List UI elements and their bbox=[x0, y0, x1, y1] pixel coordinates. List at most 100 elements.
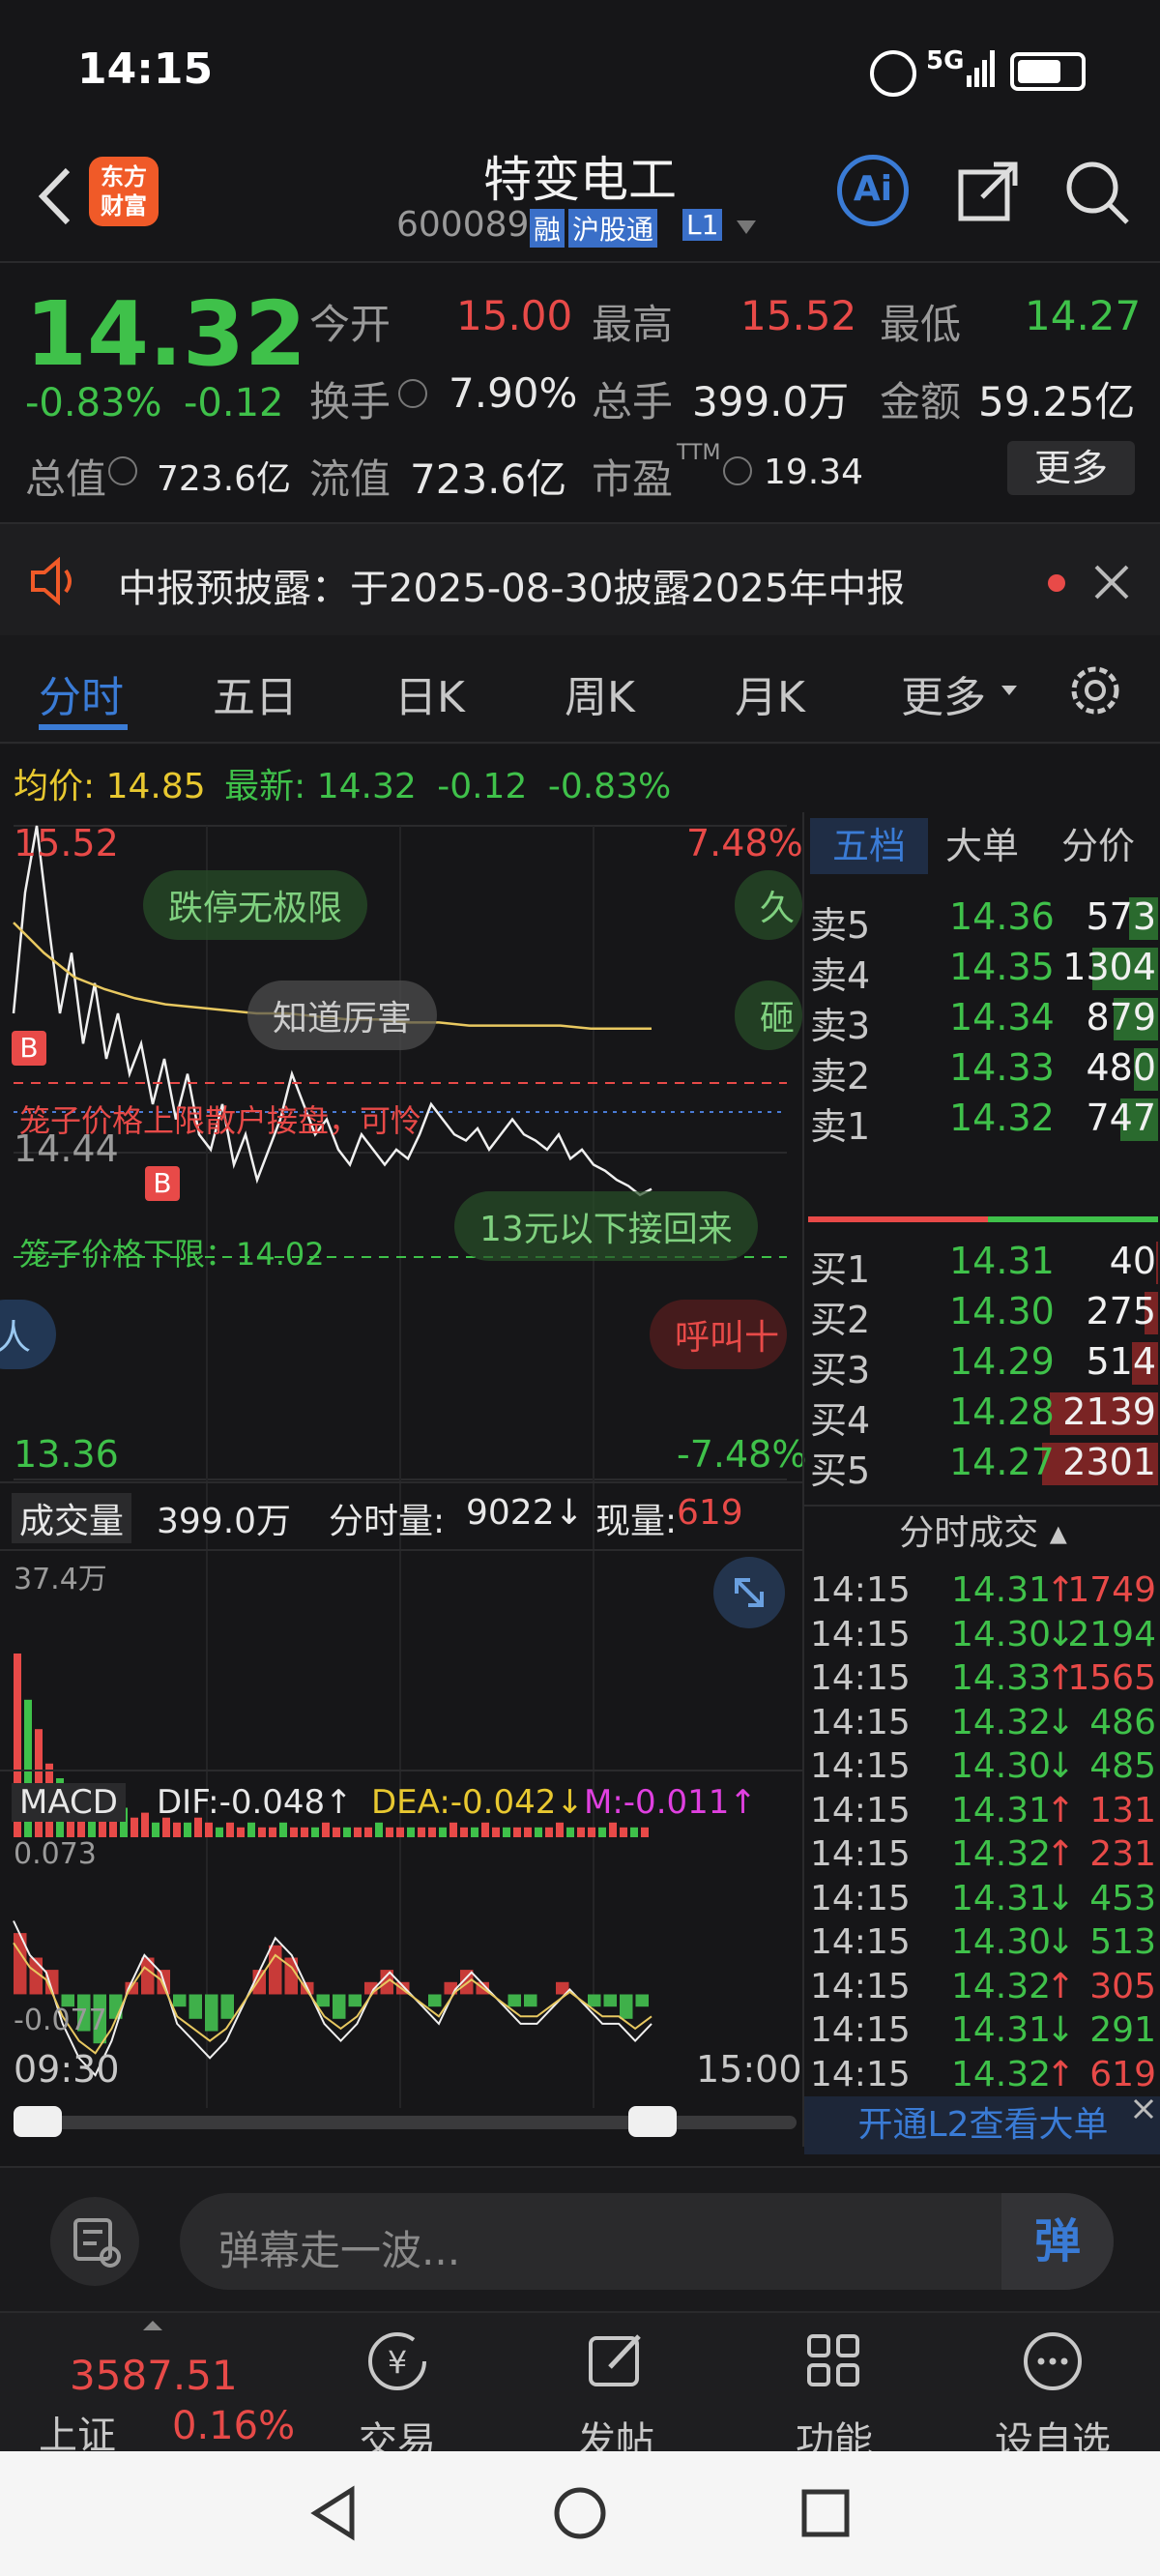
notice-bar[interactable]: 中报预披露：于2025-08-30披露2025年中报 bbox=[0, 522, 1160, 637]
close-icon[interactable] bbox=[1092, 563, 1131, 601]
volume-total: 399.0万 bbox=[157, 1502, 292, 1541]
clock: 14:15 bbox=[77, 44, 214, 94]
l2-banner[interactable]: 开通L2查看大单 bbox=[804, 2096, 1160, 2154]
latest-change: -0.12 bbox=[437, 767, 528, 806]
buy-order-row[interactable]: 买5 14.27 2301 bbox=[804, 1439, 1160, 1492]
high-label: 最高 bbox=[592, 301, 674, 348]
sell-order-row[interactable]: 卖5 14.36 573 bbox=[804, 893, 1160, 947]
order-price: 14.27 bbox=[949, 1441, 1055, 1483]
buy-order-row[interactable]: 买2 14.30 275 bbox=[804, 1288, 1160, 1341]
speaker-icon bbox=[29, 556, 83, 606]
index-widget[interactable]: 3587.51 上证 0.16% bbox=[29, 2321, 295, 2458]
bottom-nav: 3587.51 上证 0.16% ¥ 交易 发帖 功能 设自选 bbox=[0, 2311, 1160, 2464]
order-level-label: 卖3 bbox=[810, 1005, 871, 1047]
more-button[interactable]: 更多 bbox=[1007, 441, 1135, 495]
tab-daily-k[interactable]: 日K bbox=[394, 662, 465, 724]
dea-value: DEA:-0.042↓ bbox=[371, 1783, 584, 1822]
tick-volume: 231 bbox=[1089, 1834, 1156, 1874]
tick-row: 14:15 14.32 ↑ 305 bbox=[804, 1967, 1160, 2017]
tab-monthly-k[interactable]: 月K bbox=[735, 662, 805, 724]
back-nav-icon[interactable] bbox=[305, 2484, 363, 2542]
orderbook-tab-five[interactable]: 五档 bbox=[810, 818, 928, 874]
tab-more[interactable]: 更多 bbox=[901, 662, 986, 724]
buy-marker[interactable]: B bbox=[12, 1031, 46, 1066]
expand-icon[interactable] bbox=[713, 1557, 785, 1628]
tick-time: 14:15 bbox=[810, 1570, 911, 1610]
tick-volume: 453 bbox=[1089, 1878, 1156, 1918]
danmaku-bubble[interactable]: 13元以下接回来 bbox=[454, 1191, 758, 1261]
orderbook-tab-price[interactable]: 分价 bbox=[1061, 818, 1135, 874]
tick-price: 14.32 bbox=[951, 2054, 1052, 2094]
order-price: 14.31 bbox=[949, 1240, 1055, 1282]
index-percent: 0.16% bbox=[172, 2404, 296, 2448]
danmaku-bubble[interactable]: 知道厉害 bbox=[247, 981, 438, 1050]
macd-indicator-select[interactable]: MACD bbox=[12, 1783, 126, 1822]
tab-weekly-k[interactable]: 周K bbox=[565, 662, 635, 724]
order-volume: 573 bbox=[1086, 895, 1156, 938]
buy-order-row[interactable]: 买4 14.28 2139 bbox=[804, 1389, 1160, 1442]
tick-row: 14:15 14.32 ↑ 231 bbox=[804, 1834, 1160, 1885]
status-bar: 14:15 5G bbox=[0, 0, 1160, 135]
comment-settings-icon[interactable] bbox=[50, 2197, 139, 2286]
mcap-label: 总值 bbox=[25, 455, 107, 503]
danmaku-bubble[interactable]: 久 bbox=[735, 870, 803, 940]
nav-functions[interactable]: 功能 bbox=[762, 2323, 907, 2466]
tab-5day[interactable]: 五日 bbox=[213, 662, 298, 724]
order-level-label: 买3 bbox=[810, 1349, 871, 1391]
sell-order-row[interactable]: 卖1 14.32 747 bbox=[804, 1095, 1160, 1148]
tick-direction: ↑ bbox=[1046, 1834, 1076, 1874]
volume-header: 成交量 399.0万 分时量: 9022↓ 现量: 619 bbox=[0, 1481, 802, 1551]
high-value: 15.52 bbox=[740, 292, 857, 339]
search-icon[interactable] bbox=[1063, 159, 1131, 226]
info-icon[interactable] bbox=[398, 379, 427, 408]
macd-bar bbox=[348, 1994, 362, 2007]
tick-time: 14:15 bbox=[810, 1746, 911, 1786]
alarm-icon bbox=[870, 50, 916, 97]
order-volume: 747 bbox=[1086, 1097, 1156, 1139]
send-danmaku-button[interactable]: 弹 bbox=[1001, 2193, 1114, 2290]
order-level-label: 卖1 bbox=[810, 1105, 871, 1148]
chart-area: 均价: 14.85 最新: 14.32 -0.12 -0.83% 15.52 7… bbox=[0, 745, 1160, 2166]
buy-order-row[interactable]: 买1 14.31 40 bbox=[804, 1238, 1160, 1291]
recents-nav-icon[interactable] bbox=[798, 2486, 853, 2540]
macd-bar bbox=[220, 1994, 234, 2019]
order-volume: 514 bbox=[1086, 1340, 1156, 1383]
nav-add-watchlist[interactable]: 设自选 bbox=[980, 2323, 1125, 2466]
ai-button[interactable]: Ai bbox=[837, 155, 909, 226]
level-tag: L1 bbox=[682, 209, 723, 241]
sell-order-row[interactable]: 卖4 14.35 1304 bbox=[804, 944, 1160, 997]
volume-indicator-select[interactable]: 成交量 bbox=[12, 1493, 132, 1543]
ticks-title[interactable]: 分时成交 ▴ bbox=[804, 1505, 1160, 1561]
share-icon[interactable] bbox=[957, 159, 1021, 222]
info-icon[interactable] bbox=[108, 456, 137, 485]
gear-icon[interactable] bbox=[1067, 662, 1123, 718]
info-icon[interactable] bbox=[723, 456, 752, 485]
tag-dropdown-icon[interactable] bbox=[737, 220, 756, 234]
orderbook-tab-big[interactable]: 大单 bbox=[945, 818, 1019, 874]
comment-input[interactable]: 弹幕走一波... 弹 bbox=[180, 2193, 1114, 2290]
nav-trade[interactable]: ¥ 交易 bbox=[325, 2323, 470, 2466]
range-slider-handle-left[interactable] bbox=[14, 2106, 62, 2137]
cage-upper-label: 笼子价格上限散户接盘，可怜 bbox=[19, 1102, 422, 1139]
avg-label: 均价: bbox=[14, 767, 96, 806]
danmaku-bubble[interactable]: 跌停无极限 bbox=[143, 870, 368, 940]
tick-direction: ↓ bbox=[1046, 1922, 1076, 1962]
nav-post[interactable]: 发帖 bbox=[543, 2323, 688, 2466]
tick-price: 14.31 bbox=[951, 2010, 1052, 2050]
tick-direction: ↑ bbox=[1046, 2054, 1076, 2094]
range-slider-track[interactable] bbox=[14, 2116, 797, 2129]
danmaku-bubble[interactable]: 砸 bbox=[735, 981, 803, 1050]
buy-marker[interactable]: B bbox=[145, 1166, 180, 1201]
macd-bar bbox=[173, 1994, 187, 2007]
network-indicator: 5G bbox=[926, 46, 965, 75]
macd-bar bbox=[188, 1994, 202, 2019]
sell-order-row[interactable]: 卖3 14.34 879 bbox=[804, 994, 1160, 1047]
tab-intraday[interactable]: 分时 bbox=[39, 662, 124, 724]
home-nav-icon[interactable] bbox=[551, 2484, 609, 2542]
range-slider-handle-right[interactable] bbox=[628, 2106, 677, 2137]
tick-price: 14.30 bbox=[951, 1614, 1052, 1654]
close-icon[interactable] bbox=[1129, 2094, 1158, 2123]
sell-order-row[interactable]: 卖2 14.33 480 bbox=[804, 1044, 1160, 1098]
buy-order-row[interactable]: 买3 14.29 514 bbox=[804, 1338, 1160, 1391]
danmaku-bubble[interactable]: 呼叫十 bbox=[650, 1300, 788, 1369]
